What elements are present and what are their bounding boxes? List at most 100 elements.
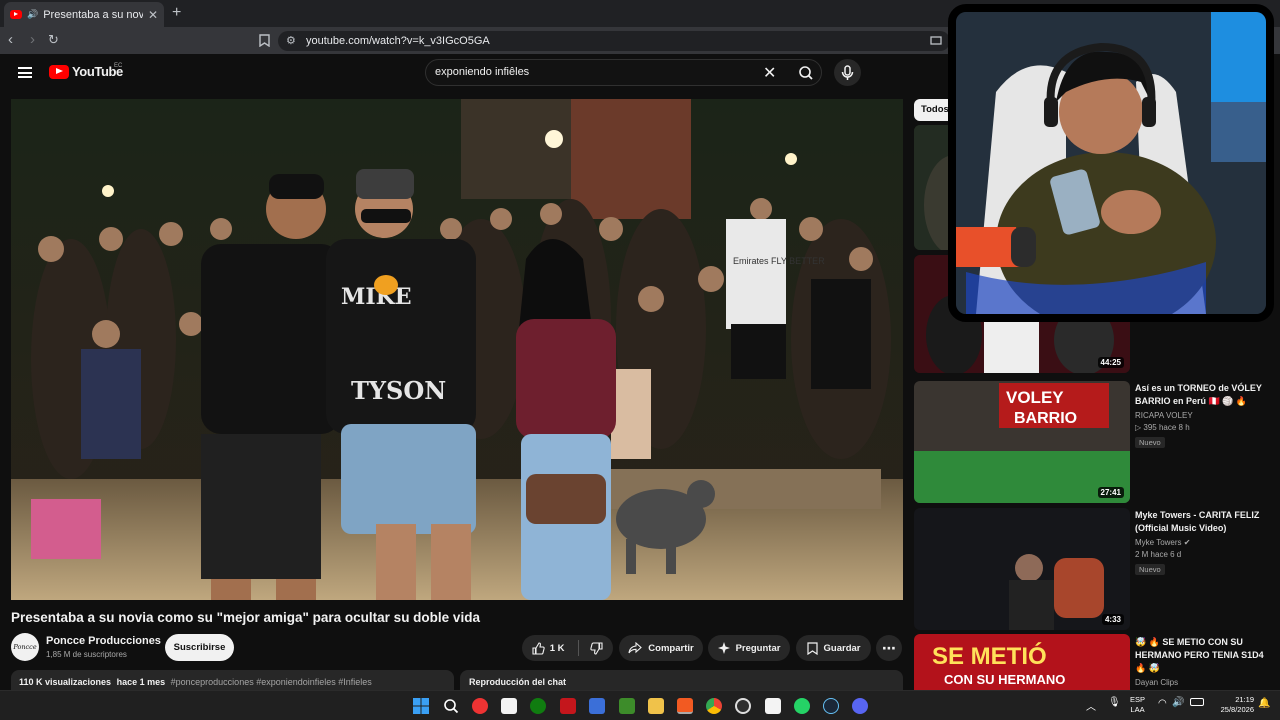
sidebar-thumbnail-5[interactable]: SE METIÓ CON SU HERMANO: [914, 634, 1130, 690]
video-frame: Emirates FLY BETTER MIKE TYSON: [11, 99, 903, 600]
bookmark-icon[interactable]: [259, 34, 270, 47]
tray-overflow-icon[interactable]: ︿: [1086, 698, 1096, 713]
more-actions-button[interactable]: ⋯: [876, 635, 902, 661]
new-tab-button[interactable]: +: [172, 4, 181, 22]
sidebar-item-info-3[interactable]: Así es un TORNEO de VÓLEY BARRIO en Perú…: [1135, 382, 1270, 450]
like-dislike-group: 1 K: [522, 635, 613, 661]
tray-mic-icon[interactable]: 🎙: [1108, 697, 1121, 708]
sidebar-video-title: Así es un TORNEO de VÓLEY BARRIO en Perú…: [1135, 383, 1262, 406]
tab-title: Presentaba a su novia como: [43, 8, 143, 21]
reload-icon[interactable]: ↻: [48, 31, 59, 49]
share-arrow-icon: [628, 642, 643, 654]
thumbs-up-icon: [532, 641, 545, 655]
file-explorer-icon[interactable]: [648, 698, 664, 714]
steam-icon[interactable]: [823, 698, 839, 714]
tab-close-icon[interactable]: ✕: [148, 8, 158, 22]
thumbs-down-icon: [590, 641, 603, 655]
dislike-button[interactable]: [580, 641, 613, 655]
sidebar-thumbnail-4[interactable]: 4:33: [914, 508, 1130, 630]
xbox-icon[interactable]: [530, 698, 546, 714]
like-divider: [578, 640, 579, 656]
sidebar-channel-name: RICAPA VOLEY: [1135, 411, 1193, 420]
youtube-favicon-icon: [10, 10, 22, 19]
sidebar-thumbnail-3[interactable]: VOLEY BARRIO 27:41: [914, 381, 1130, 503]
sidebar-channel-name: Myke Towers ✔: [1135, 538, 1191, 547]
cast-icon[interactable]: [930, 36, 942, 46]
thumb-text-1: VOLEY: [1006, 388, 1064, 407]
like-count: 1 K: [549, 642, 565, 654]
video-duration: 44:25: [1097, 357, 1124, 368]
sidebar-video-title: Myke Towers - CARITA FELIZ (Official Mus…: [1135, 510, 1260, 533]
channel-avatar[interactable]: Poncce: [11, 633, 39, 661]
video-duration: 4:33: [1101, 614, 1124, 625]
hamburger-menu-icon[interactable]: [18, 67, 32, 78]
input-language[interactable]: ESP LAA: [1130, 695, 1145, 715]
volume-icon[interactable]: 🔊: [1172, 697, 1184, 708]
lang-line-2: LAA: [1130, 705, 1145, 714]
bookmark-save-icon: [806, 641, 818, 655]
microphone-icon: [841, 65, 854, 80]
sidebar-item-info-5[interactable]: 🤯 🔥 SE METIO CON SU HERMANO PERO TENIA S…: [1135, 636, 1270, 687]
hashtags[interactable]: #ponceproducciones #exponiendoinfieles #…: [171, 677, 372, 687]
url-text: youtube.com/watch?v=k_v3IGcO5GA: [306, 35, 490, 47]
thumbnail-image: VOLEY BARRIO: [914, 381, 1130, 503]
wifi-icon[interactable]: ◠: [1158, 698, 1167, 709]
browser-tab[interactable]: 🔊 Presentaba a su novia como ✕: [4, 2, 164, 27]
chat-replay-label: Reproducción del chat: [469, 677, 567, 687]
store-icon[interactable]: [501, 698, 517, 714]
app-icon[interactable]: [589, 698, 605, 714]
video-duration: 27:41: [1097, 487, 1124, 498]
subscribe-button[interactable]: Suscribirse: [165, 634, 234, 661]
back-arrow-icon[interactable]: ‹: [8, 31, 13, 49]
youtube-play-logo-icon: [49, 64, 69, 79]
sidebar-video-meta: ▷ 395 hace 8 h: [1135, 423, 1190, 432]
search-input[interactable]: exponiendo infiêles: [435, 66, 529, 78]
save-label: Guardar: [823, 642, 861, 654]
save-button[interactable]: Guardar: [796, 635, 871, 661]
battery-icon[interactable]: [1190, 698, 1204, 706]
taskbar-search-icon[interactable]: [443, 698, 459, 714]
share-button[interactable]: Compartir: [619, 635, 703, 661]
clock[interactable]: 21:19 25/8/2026: [1212, 695, 1254, 715]
thumbnail-image: SE METIÓ CON SU HERMANO: [914, 634, 1130, 690]
sparkle-icon: [717, 642, 730, 654]
description-box[interactable]: 110 K visualizaciones hace 1 mes #poncep…: [11, 670, 454, 690]
search-icon[interactable]: [792, 62, 820, 84]
game-launcher-icon[interactable]: [560, 698, 576, 714]
like-button[interactable]: 1 K: [522, 641, 574, 655]
sidebar-channel-name: Dayan Clips: [1135, 678, 1179, 687]
thumbnail-image: [914, 508, 1130, 630]
sidebar-video-title: 🤯 🔥 SE METIO CON SU HERMANO PERO TENIA S…: [1135, 637, 1264, 673]
upload-age: hace 1 mes: [116, 677, 166, 687]
address-bar[interactable]: ⚙ youtube.com/watch?v=k_v3IGcO5GA: [278, 31, 950, 51]
chat-replay-box[interactable]: Reproducción del chat: [460, 670, 903, 690]
clock-time: 21:19: [1235, 695, 1254, 704]
video-title: Presentaba a su novia como su "mejor ami…: [11, 610, 480, 625]
lang-line-1: ESP: [1130, 695, 1146, 704]
media-player-icon[interactable]: [472, 698, 488, 714]
new-badge: Nuevo: [1135, 437, 1165, 448]
brave-browser-icon[interactable]: [677, 698, 693, 714]
country-code: EC: [114, 63, 123, 69]
shirt-text-2: TYSON: [351, 376, 446, 405]
notifications-icon[interactable]: 🔔: [1258, 698, 1270, 709]
discord-icon[interactable]: [852, 698, 868, 714]
windows-start-icon[interactable]: [413, 698, 429, 714]
chrome-icon[interactable]: [706, 698, 722, 714]
subscriber-count: 1,85 M de suscriptores: [46, 650, 127, 659]
whatsapp-icon[interactable]: [794, 698, 810, 714]
capcut-icon[interactable]: [765, 698, 781, 714]
minecraft-icon[interactable]: [619, 698, 635, 714]
sidebar-item-info-4[interactable]: Myke Towers - CARITA FELIZ (Official Mus…: [1135, 509, 1270, 577]
site-settings-icon[interactable]: ⚙: [286, 31, 296, 51]
view-count: 110 K visualizaciones: [19, 677, 112, 687]
channel-name[interactable]: Poncce Producciones: [46, 635, 161, 647]
ask-button[interactable]: Preguntar: [708, 635, 790, 661]
search-box[interactable]: exponiendo infiêles ✕: [425, 59, 822, 86]
youtube-logo[interactable]: YouTube: [49, 64, 123, 79]
forward-arrow-icon[interactable]: ›: [30, 31, 35, 49]
voice-search-button[interactable]: [834, 59, 861, 86]
video-player[interactable]: Emirates FLY BETTER MIKE TYSON: [11, 99, 903, 600]
obs-icon[interactable]: [735, 698, 751, 714]
clear-search-icon[interactable]: ✕: [763, 63, 776, 83]
